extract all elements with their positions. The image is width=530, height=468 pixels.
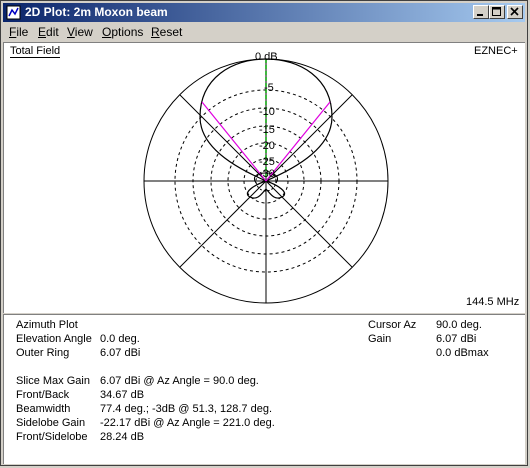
menu-edit[interactable]: Edit <box>38 25 59 39</box>
title-bar[interactable]: 2D Plot: 2m Moxon beam <box>3 3 525 22</box>
front-sidelobe-label: Front/Sidelobe <box>16 431 88 443</box>
info-panel: Azimuth Plot Elevation Angle 0.0 deg. Ou… <box>3 314 525 464</box>
gain-label: Gain <box>368 333 392 345</box>
elevation-label: Elevation Angle <box>16 333 92 345</box>
minimize-button[interactable] <box>473 5 489 19</box>
beamwidth-label: Beamwidth <box>16 403 71 415</box>
beamwidth-line-right <box>265 101 331 182</box>
plot-area[interactable]: Total Field EZNEC+ 0 dB -5 -10 -15 -20 -… <box>3 42 525 313</box>
elevation-value: 0.0 deg. <box>100 333 140 345</box>
ring-label-5: -5 <box>264 82 274 94</box>
cursor-az-value: 90.0 deg. <box>436 319 482 331</box>
close-icon <box>510 7 519 16</box>
ring-label-0: 0 dB <box>255 51 278 63</box>
front-back-value: 34.67 dB <box>100 389 145 401</box>
ring-label-30: -30 <box>259 168 275 180</box>
menu-reset[interactable]: Reset <box>151 25 182 39</box>
beamwidth-line-left <box>201 101 267 182</box>
slice-max-gain-value: 6.07 dBi @ Az Angle = 90.0 deg. <box>100 375 259 387</box>
beamwidth-value: 77.4 deg.; -3dB @ 51.3, 128.7 deg. <box>100 403 273 415</box>
front-sidelobe-value: 28.24 dB <box>100 431 145 443</box>
maximize-icon <box>492 7 501 16</box>
close-button[interactable] <box>507 5 523 19</box>
cursor-az-label: Cursor Az <box>368 319 417 331</box>
outer-ring-label: Outer Ring <box>16 347 70 359</box>
plot-window: 2D Plot: 2m Moxon beam File Edit View Op… <box>0 0 528 466</box>
ring-label-25: -25 <box>259 156 275 168</box>
sidelobe-gain-value: -22.17 dBi @ Az Angle = 221.0 deg. <box>100 417 275 429</box>
menu-file[interactable]: File <box>9 25 28 39</box>
menu-bar: File Edit View Options Reset <box>3 23 525 41</box>
minimize-icon <box>477 14 483 16</box>
outer-ring-value: 6.07 dBi <box>100 347 141 359</box>
ring-label-10: -10 <box>259 106 275 118</box>
maximize-button[interactable] <box>489 5 505 19</box>
polar-plot: 0 dB -5 -10 -15 -20 -25 -30 <box>143 51 389 304</box>
gain-value: 6.07 dBi <box>436 333 477 345</box>
ring-label-20: -20 <box>259 140 275 152</box>
menu-view[interactable]: View <box>67 25 93 39</box>
frequency-label: 144.5 MHz <box>466 296 520 308</box>
front-back-label: Front/Back <box>16 389 70 401</box>
sidelobe-gain-label: Sidelobe Gain <box>16 417 86 429</box>
slice-max-gain-label: Slice Max Gain <box>16 375 90 387</box>
gain-dbmax-value: 0.0 dBmax <box>436 347 489 359</box>
ring-label-15: -15 <box>259 124 275 136</box>
plot-type: Azimuth Plot <box>16 319 78 331</box>
window-title: 2D Plot: 2m Moxon beam <box>25 5 168 19</box>
app-plot-icon <box>6 5 21 20</box>
menu-options[interactable]: Options <box>102 25 143 39</box>
